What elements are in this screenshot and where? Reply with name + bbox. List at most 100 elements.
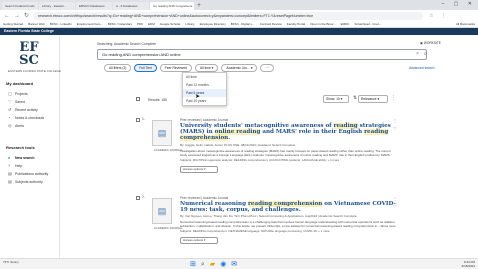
result-metadata: By: Van Nguyen, Hai Le; Thang Van Do; Ti… [180,214,357,219]
college-logo[interactable]: EF SC [12,41,46,71]
document-thumbnail-icon[interactable]: ▤ [152,120,172,146]
filter-bar: All filters (2) Full Text Peer Reviewed All… [104,64,274,72]
result-subjects: Subjects: READING comprehension; VIETNAM… [180,229,330,234]
sidebar-item-label: Alerts [15,124,24,128]
browser-tab[interactable]: Library - Eastern... [39,2,75,10]
forward-icon[interactable]: → [14,13,20,19]
title-segment: reading comprehension [247,201,323,207]
filter-chip[interactable]: Peer Reviewed [159,64,192,72]
logo-subtitle: EASTERN FLORIDA STATE COLLEGE [8,69,61,73]
result-number: 2. [142,195,145,199]
time-option[interactable]: Past 12 months [183,81,226,89]
result-abstract: Investigation about metacognitive awaren… [180,148,391,157]
system-clock[interactable]: 9:34 PM 6/18/2024 [462,260,475,268]
select-all-checkbox[interactable] [136,97,140,101]
time-option[interactable]: All time [183,73,226,81]
taskbar-search-icon[interactable]: ⌕ [201,260,205,269]
search-icon[interactable]: ⌕ [424,49,427,60]
save-icon[interactable]: ♡ [393,126,397,131]
dashboard-icon: ▢ [8,91,12,96]
result-subjects: Subjects: MULTIPLE regression analysis; … [180,157,340,162]
result-type-label: ACADEMIC JOURNAL [154,148,183,152]
result-title-link[interactable]: Numerical reasoning reading comprehensio… [180,201,396,213]
clear-search-icon[interactable]: × [416,49,419,60]
result-checkbox[interactable] [136,118,140,122]
bookmark-item[interactable]: Open in the Brow... [310,22,336,26]
access-options-button[interactable]: Access options ▾ [180,165,218,173]
bookmark-item[interactable]: Faculty Portal [287,22,305,26]
bookmark-item[interactable]: Getting Started [3,22,23,26]
sidebar-item-help[interactable]: ? Help [8,164,23,169]
sidebar-item-label: Recent activity [15,108,38,112]
sidebar-item-projects[interactable]: ▢ Projects [8,91,28,97]
bookmark-item[interactable]: Library [185,22,194,26]
save-icon[interactable]: ♡ [393,204,397,209]
bookmark-item[interactable]: BFSC / Calendars [108,22,132,26]
browser-tab[interactable]: Search Federal Funds [2,2,38,10]
result-number: 1. [142,117,145,121]
more-actions-icon[interactable]: ⋮ [393,196,397,201]
document-thumbnail-icon[interactable]: ▤ [152,198,172,224]
taskbar-apps: ⊞ ⌕ ▰ ◉ ✉ [190,260,237,269]
more-actions-icon[interactable]: ⋮ [393,118,397,123]
browser-icon[interactable]: ◉ [220,260,226,269]
browser-tab[interactable]: EBSCO Databases [76,2,112,10]
result-metadata: By: Anggia, Helty; Habók, Anita | PLOS O… [180,142,296,147]
bookmark-item[interactable]: Contract Review [260,22,282,26]
sidebar-item-subjects-authority[interactable]: ▤ Subjects authority [8,180,43,185]
filter-chip[interactable]: All filters (2) [104,64,132,72]
filter-chip[interactable]: Academic Jou... ▾ [221,64,258,72]
filter-chip[interactable]: Full Text [134,64,157,72]
all-bookmarks-link[interactable]: All Bookmarks [456,21,475,27]
sidebar-item-label: Help [15,164,23,168]
sidebar-item-label: New search [15,156,35,160]
time-filter-dropdown: All time Past 12 months Past 5 years Past 1… [182,72,227,106]
dashboard-heading: My dashboard [6,81,34,86]
bookmark-item[interactable]: Banner Web [28,22,45,26]
result-actions: ⋮ ♡ [393,196,397,209]
bookmark-item[interactable]: Scratchpad - Cred... [354,22,381,26]
sidebar-item-publications-authority[interactable]: ▤ Publications authority [8,172,48,177]
bookmark-item[interactable]: Employee Directory [200,22,226,26]
page-size-select[interactable]: Show: 10 ▾ [323,95,349,103]
browser-menu-icons[interactable]: ☆ ⋮ [429,13,449,19]
windows-start-icon[interactable]: ⊞ [190,260,196,269]
bookmark-item[interactable]: BFSC - LinkedIn [50,22,72,26]
sort-select[interactable]: Relevance ▾ [358,95,388,103]
filter-chip[interactable]: ⋯ [260,64,274,72]
advanced-search-link[interactable]: Advanced search [409,66,434,70]
result-checkbox[interactable] [136,196,140,200]
sidebar-item-saved[interactable]: ♡ Saved [8,100,25,105]
title-segment: online reading [214,129,261,136]
results-count: Results: 185 [148,98,167,102]
more-options-icon[interactable]: ⋮ [391,95,396,101]
new-tab-button[interactable]: + [195,2,203,10]
result-title-link[interactable]: University students' metacognitive aware… [180,123,396,142]
os-taskbar: 74°F Sunny ⊞ ⌕ ▰ ◉ ✉ 9:34 PM 6/18/2024 [0,258,478,269]
mail-icon[interactable]: ✉ [231,260,237,269]
sidebar-item-recent-activity[interactable]: ↺ Recent activity [8,108,38,113]
bookmark-item[interactable]: Employment Fam... [77,22,103,26]
bookmark-item[interactable]: Google Scholar [160,22,181,26]
search-input[interactable]: Go reading AND comprehension AND online [97,49,427,60]
bookmark-item[interactable]: EMDC [341,22,350,26]
file-explorer-icon[interactable]: ▰ [210,260,215,269]
sidebar-item-alerts[interactable]: ◎ Alerts [8,124,24,129]
back-icon[interactable]: ← [4,13,10,19]
browser-tab[interactable]: A - Z Databases [113,2,149,10]
time-option[interactable]: Past 5 years [183,89,226,97]
bookmark-item[interactable]: PDF [137,22,143,26]
time-option[interactable]: Past 10 years [183,97,226,105]
sidebar-item-new-search[interactable]: ⌕ New search [8,156,35,161]
weather-widget[interactable]: 74°F Sunny [3,260,19,264]
filter-chip[interactable]: All time ▾ [194,64,219,72]
bookmark-item[interactable]: EDM [148,22,155,26]
sidebar-item-notes-checkouts[interactable]: ◔ Notes & checkouts [8,116,44,121]
address-bar[interactable]: research.ebsco.com/c/rtfbqo/search/resul… [33,11,424,20]
reload-icon[interactable]: ↻ [24,12,29,19]
access-options-button[interactable]: Access options ▾ [180,237,218,245]
window-controls[interactable]: – ▢ ✕ [442,1,476,7]
bookmark-item[interactable]: BFSC - Digital L... [231,22,255,26]
browser-tab[interactable]: Go reading AND comprehens... [150,2,194,10]
profile-link[interactable]: ▣ WORKSITE [420,41,441,45]
